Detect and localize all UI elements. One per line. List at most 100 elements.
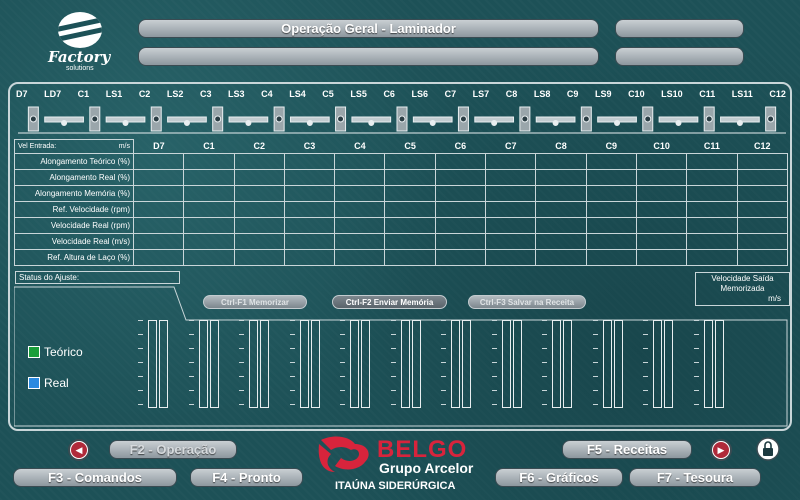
gauge-bar-real <box>209 320 219 408</box>
looper-roll <box>183 120 190 126</box>
table-cell <box>334 233 386 250</box>
column-header: C3 <box>303 141 316 152</box>
table-row: Alongamento Memória (%) <box>14 185 788 202</box>
looper-roll <box>736 120 743 126</box>
parameters-table: Vel Entrada: m/s D7 C1 C2 C3 C4 C5 C6 C7 C8 C9 C10… <box>14 139 788 266</box>
gauge-bar-teorico <box>350 320 359 408</box>
table-cell <box>485 233 537 250</box>
table-row: Velocidade Real (m/s) <box>14 233 788 250</box>
table-cell <box>635 153 688 170</box>
gauge-ticks <box>592 320 598 408</box>
stand-label: C11 <box>699 89 716 99</box>
table-cell <box>283 217 336 234</box>
stand-label: LS9 <box>594 89 612 99</box>
table-cell <box>334 185 386 202</box>
table-cell <box>132 185 185 202</box>
stand-label: LD7 <box>44 89 62 99</box>
table-cell <box>686 217 738 234</box>
row-label: Alongamento Memória (%) <box>14 185 134 202</box>
table-cell <box>535 249 587 266</box>
table-cell <box>183 153 235 170</box>
table-cell <box>535 185 587 202</box>
factory-logo-icon <box>58 12 102 48</box>
gauge-ticks <box>542 320 547 408</box>
gauge-bar-teorico <box>501 320 511 408</box>
table-cell <box>233 153 285 170</box>
table-cell <box>686 249 738 266</box>
f3-comandos-button[interactable]: F3 - Comandos <box>13 468 177 487</box>
gauge-ticks <box>138 320 143 408</box>
table-cell <box>334 217 386 234</box>
table-cell <box>434 217 487 234</box>
table-cell <box>183 185 235 202</box>
f7-tesoura-button[interactable]: F7 - Tesoura <box>629 468 761 487</box>
f5-receitas-button[interactable]: F5 - Receitas <box>562 440 692 459</box>
stand-label: C9 <box>566 89 579 99</box>
stand-label: C8 <box>505 89 518 99</box>
factory-logo: Factory solutions <box>40 12 125 74</box>
table-cell <box>686 201 738 218</box>
table-cell <box>535 153 587 170</box>
f6-graficos-button[interactable]: F6 - Gráficos <box>495 468 623 487</box>
stand-label: C5 <box>322 89 334 99</box>
loop-gauge <box>542 320 575 408</box>
table-cell <box>635 233 688 250</box>
logo-sub: solutions <box>66 65 94 72</box>
table-cell <box>334 169 386 186</box>
row-label: Ref. Velocidade (rpm) <box>14 201 134 218</box>
column-header: C6 <box>454 141 467 152</box>
mill-roll <box>91 115 99 123</box>
vsaida-line1: Velocidade Saída <box>711 274 774 283</box>
table-cell <box>233 169 285 186</box>
table-cell <box>535 169 587 186</box>
memorizar-button[interactable]: Ctrl-F1 Memorizar <box>203 295 307 309</box>
table-cell <box>233 201 285 218</box>
column-header: C5 <box>404 141 416 152</box>
gauge-ticks <box>239 320 244 408</box>
mill-roll <box>767 115 775 123</box>
table-cell <box>485 249 537 266</box>
table-cell <box>233 217 285 234</box>
table-cell <box>132 217 185 234</box>
stand-label: LS5 <box>350 89 367 99</box>
table-cell <box>686 233 738 250</box>
prev-button[interactable]: ◀ <box>68 439 90 461</box>
loop-gauge <box>390 320 424 408</box>
legend-teorico: Teórico <box>28 345 83 359</box>
header-field-2 <box>615 47 744 66</box>
f2-operacao-button[interactable]: F2 - Operação <box>109 440 237 459</box>
table-cell <box>183 249 235 266</box>
table-cell <box>384 201 436 218</box>
next-button[interactable]: ▶ <box>710 439 732 461</box>
salvar-receita-button[interactable]: Ctrl-F3 Salvar na Receita <box>468 295 586 309</box>
lock-icon[interactable] <box>756 437 780 461</box>
stand-label: D7 <box>16 89 28 99</box>
mill-roll <box>214 115 222 123</box>
table-cell <box>736 185 788 202</box>
table-cell <box>485 169 537 186</box>
table-cell <box>434 233 487 250</box>
f4-pronto-button[interactable]: F4 - Pronto <box>190 468 303 487</box>
message-bar <box>138 47 599 66</box>
enviar-memoria-button[interactable]: Ctrl-F2 Enviar Memória <box>332 295 447 309</box>
looper-roll <box>491 120 498 126</box>
mill-roll <box>644 115 652 123</box>
table-cell <box>434 153 487 170</box>
gauge-bar-teorico <box>602 320 612 408</box>
table-cell <box>384 185 436 202</box>
loop-gauge <box>441 320 474 408</box>
table-cell <box>585 169 637 186</box>
stand-label: LS11 <box>731 89 753 99</box>
table-cell <box>132 233 185 250</box>
gauge-ticks <box>693 320 699 408</box>
table-cell <box>233 249 285 266</box>
table-cell <box>334 249 386 266</box>
table-cell <box>485 185 537 202</box>
teorico-swatch-icon <box>28 346 40 358</box>
table-cell <box>283 233 336 250</box>
table-cell <box>384 217 436 234</box>
belgo-site: ITAÚNA SIDERÚRGICA <box>335 480 456 492</box>
stand-label: LS6 <box>411 89 429 99</box>
table-cell <box>736 153 788 170</box>
belgo-group: Grupo Arcelor <box>379 460 474 476</box>
